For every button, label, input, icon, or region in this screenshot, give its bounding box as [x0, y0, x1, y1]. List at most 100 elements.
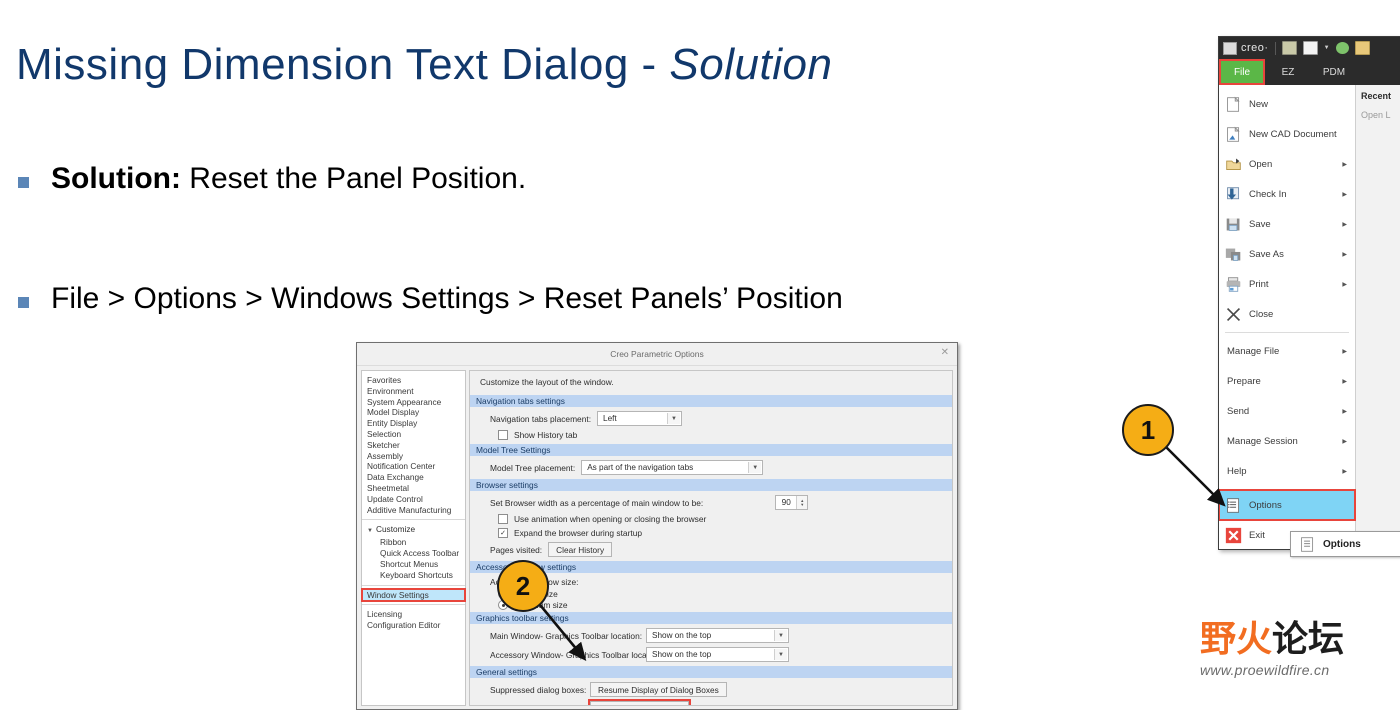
sidebar-item-configuration-editor[interactable]: Configuration Editor [362, 620, 465, 631]
bullet-rest: File > Options > Windows Settings > Rese… [51, 282, 843, 315]
sidebar-item-selection[interactable]: Selection [362, 429, 465, 440]
chevron-down-icon[interactable]: ▼ [667, 413, 681, 424]
sidebar-item-notification-center[interactable]: Notification Center [362, 461, 465, 472]
clear-history-button[interactable]: Clear History [548, 542, 613, 557]
submenu-arrow-icon: ▶ [1342, 221, 1347, 228]
menu-item-save-as[interactable]: Save As ▶ [1219, 239, 1355, 269]
submenu-arrow-icon: ▶ [1342, 281, 1347, 288]
stepper-arrows-icon[interactable]: ▲ ▼ [796, 496, 808, 509]
menu-item-label: Manage File [1227, 345, 1280, 357]
section-header-browser: Browser settings [470, 479, 952, 491]
sidebar-item-ribbon[interactable]: Ribbon [362, 537, 465, 548]
chevron-down-icon[interactable]: ▼ [774, 649, 787, 660]
section-header-model-tree: Model Tree Settings [470, 444, 952, 456]
show-history-tab-row[interactable]: Show History tab [470, 428, 952, 442]
file-menu-list: New New CAD Document Open ▶ Check In ▶ S… [1219, 85, 1356, 549]
pages-visited-label: Pages visited: [490, 544, 543, 555]
sidebar-group-customize[interactable]: ▼ Customize [362, 524, 465, 537]
submenu-arrow-icon: ▶ [1342, 468, 1347, 475]
chevron-down-icon[interactable]: ▼ [1324, 45, 1330, 51]
chevron-down-icon[interactable]: ▼ [748, 462, 762, 473]
sidebar-divider [362, 519, 465, 521]
section-header-navigation: Navigation tabs settings [470, 395, 952, 407]
open-folder-icon[interactable] [1354, 41, 1370, 55]
resume-display-dialog-boxes-button[interactable]: Resume Display of Dialog Boxes [590, 682, 727, 697]
accessory-window-graphics-toolbar-select[interactable]: Show on the top ▼ [646, 647, 789, 662]
menu-item-label: Close [1249, 308, 1274, 320]
dialog-sidebar: Favorites Environment System Appearance … [361, 370, 466, 706]
sidebar-item-licensing[interactable]: Licensing [362, 609, 465, 620]
menu-item-options[interactable]: Options [1219, 489, 1356, 521]
menu-item-new[interactable]: New [1219, 89, 1355, 119]
dashboard-panels-position-row: Dashboard panels position: Reset Panels’… [470, 699, 952, 705]
ribbon-tabs: File EZ PDM [1219, 59, 1400, 85]
tab-ez[interactable]: EZ [1265, 59, 1311, 85]
menu-item-manage-file[interactable]: Manage File ▶ [1219, 336, 1355, 366]
bullet-rest: Reset the Panel Position. [180, 162, 527, 195]
new-document-icon [1227, 96, 1240, 112]
menu-item-send[interactable]: Send ▶ [1219, 396, 1355, 426]
sidebar-item-data-exchange[interactable]: Data Exchange [362, 472, 465, 483]
chevron-down-icon[interactable]: ▼ [774, 630, 787, 641]
sidebar-item-sketcher[interactable]: Sketcher [362, 440, 465, 451]
browser-width-row: Set Browser width as a percentage of mai… [470, 493, 952, 512]
menu-item-check-in[interactable]: Check In ▶ [1219, 179, 1355, 209]
browser-animation-checkbox[interactable] [498, 514, 508, 524]
close-icon[interactable]: ✕ [941, 348, 949, 358]
navigation-tabs-placement-select[interactable]: Left ▼ [597, 411, 683, 426]
menu-item-label: Print [1249, 278, 1269, 290]
browser-expand-row[interactable]: ✓ Expand the browser during startup [470, 526, 952, 540]
browser-width-label: Set Browser width as a percentage of mai… [490, 497, 704, 508]
bullet-marker-icon [18, 177, 29, 188]
tab-pdm[interactable]: PDM [1311, 59, 1357, 85]
browser-expand-checkbox[interactable]: ✓ [498, 528, 508, 538]
main-window-graphics-toolbar-value: Show on the top [652, 631, 712, 640]
options-tooltip-label: Options [1323, 538, 1361, 550]
browser-animation-row[interactable]: Use animation when opening or closing th… [470, 512, 952, 526]
new-file-icon[interactable] [1302, 41, 1318, 55]
show-history-tab-checkbox[interactable] [498, 430, 508, 440]
main-window-graphics-toolbar-select[interactable]: Show on the top ▼ [646, 628, 789, 643]
sidebar-item-entity-display[interactable]: Entity Display [362, 418, 465, 429]
menu-item-manage-session[interactable]: Manage Session ▶ [1219, 426, 1355, 456]
menu-item-label: Save [1249, 218, 1271, 230]
menu-item-label: Check In [1249, 188, 1287, 200]
sidebar-item-quick-access-toolbar[interactable]: Quick Access Toolbar [362, 548, 465, 559]
sidebar-item-additive-manufacturing[interactable]: Additive Manufacturing [362, 505, 465, 516]
dialog-title: Creo Parametric Options [610, 349, 704, 359]
model-tree-placement-select[interactable]: As part of the navigation tabs ▼ [581, 460, 764, 475]
sidebar-item-shortcut-menus[interactable]: Shortcut Menus [362, 559, 465, 570]
sidebar-item-window-settings[interactable]: Window Settings [361, 587, 466, 603]
menu-item-close[interactable]: Close [1219, 299, 1355, 329]
browser-width-stepper[interactable]: 90 ▲ ▼ [775, 495, 809, 510]
reset-panels-position-button[interactable]: Reset Panels’ Position [588, 699, 691, 705]
sidebar-item-system-appearance[interactable]: System Appearance [362, 397, 465, 408]
model-tree-placement-row: Model Tree placement: As part of the nav… [470, 458, 952, 477]
menu-item-prepare[interactable]: Prepare ▶ [1219, 366, 1355, 396]
creo-parametric-options-dialog: Creo Parametric Options ✕ Favorites Envi… [356, 342, 958, 710]
menu-item-save[interactable]: Save ▶ [1219, 209, 1355, 239]
menu-item-help[interactable]: Help ▶ [1219, 456, 1355, 486]
options-list-icon [1227, 497, 1240, 513]
accessory-window-graphics-toolbar-label: Accessory Window- Graphics Toolbar locat… [490, 649, 663, 660]
browser-expand-label: Expand the browser during startup [514, 528, 643, 538]
save-icon [1226, 218, 1240, 231]
callout-badge-2: 2 [497, 560, 549, 612]
menu-item-print[interactable]: Print ▶ [1219, 269, 1355, 299]
menu-item-open[interactable]: Open ▶ [1219, 149, 1355, 179]
chevron-down-icon[interactable]: ▼ [367, 528, 373, 534]
sidebar-item-environment[interactable]: Environment [362, 386, 465, 397]
sidebar-item-sheetmetal[interactable]: Sheetmetal [362, 483, 465, 494]
open-recent-icon[interactable] [1281, 41, 1297, 55]
sidebar-item-assembly[interactable]: Assembly [362, 451, 465, 462]
regenerate-icon[interactable] [1335, 42, 1349, 54]
sidebar-item-model-display[interactable]: Model Display [362, 407, 465, 418]
sidebar-item-update-control[interactable]: Update Control [362, 494, 465, 505]
sidebar-item-keyboard-shortcuts[interactable]: Keyboard Shortcuts [362, 570, 465, 581]
pages-visited-row: Pages visited: Clear History [470, 540, 952, 559]
menu-item-label: Prepare [1227, 375, 1261, 387]
menu-item-new-cad-document[interactable]: New CAD Document [1219, 119, 1355, 149]
bullet-text: Solution: Reset the Panel Position. [51, 162, 526, 195]
tab-file[interactable]: File [1219, 59, 1265, 85]
sidebar-item-favorites[interactable]: Favorites [362, 375, 465, 386]
